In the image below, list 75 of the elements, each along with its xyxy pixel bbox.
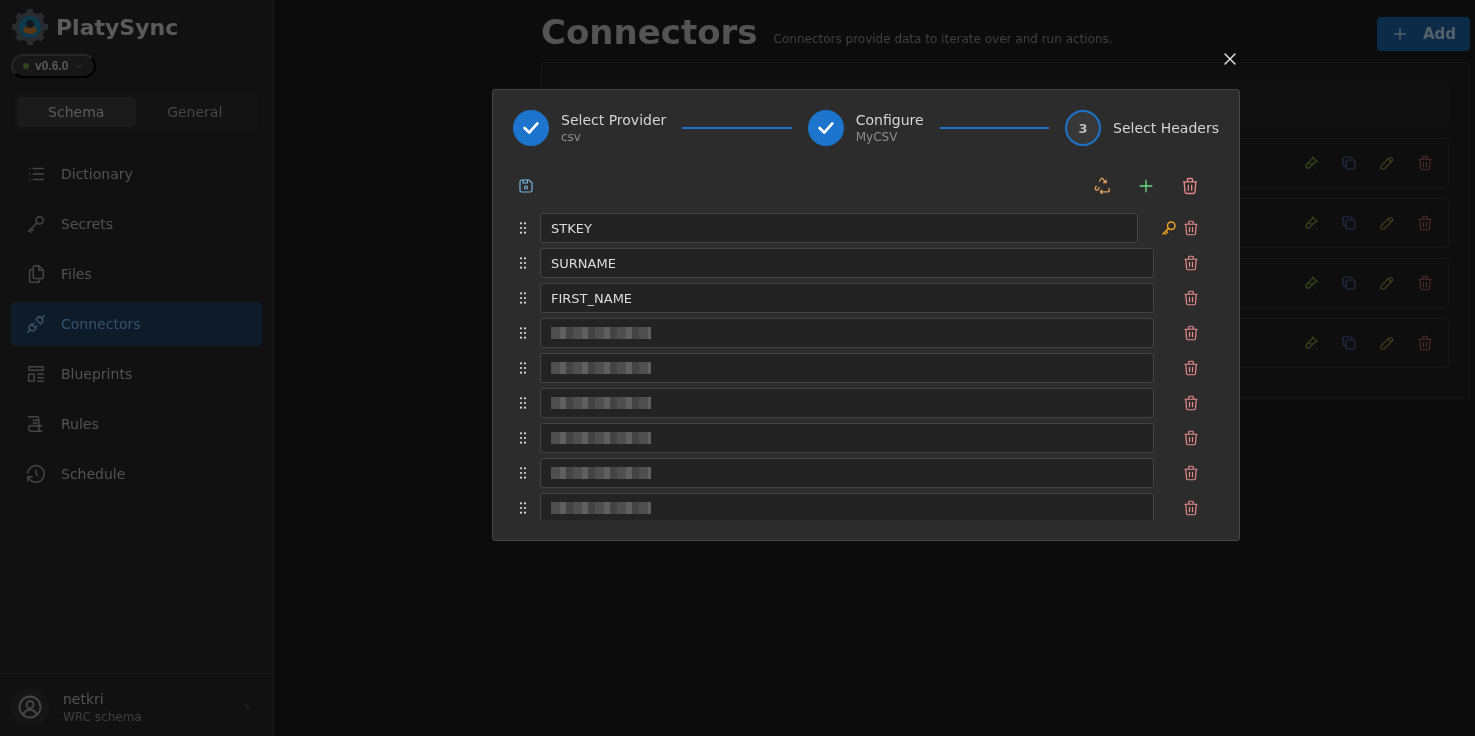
nav-item[interactable]: Files <box>11 252 262 296</box>
pencil-icon <box>1378 274 1396 292</box>
test-tube-icon <box>1302 334 1320 352</box>
copy-icon <box>1340 214 1358 232</box>
page-title: Connectors <box>541 12 758 52</box>
header-field[interactable]: FIRST_NAME <box>540 283 1154 313</box>
nav-item[interactable]: Secrets <box>11 202 262 246</box>
trash-icon <box>1416 214 1434 232</box>
copy-icon <box>1340 334 1358 352</box>
delete-header-button[interactable] <box>1182 394 1200 412</box>
trash-icon <box>1182 394 1200 412</box>
header-field[interactable] <box>540 318 1154 348</box>
trash-icon <box>1182 359 1200 377</box>
trash-icon <box>1416 274 1434 292</box>
copy-icon <box>1340 274 1358 292</box>
header-field[interactable] <box>540 388 1154 418</box>
trash-icon <box>1182 499 1200 517</box>
step-subtitle: csv <box>561 130 582 144</box>
delete-header-button[interactable] <box>1182 499 1200 517</box>
layout-icon <box>25 363 47 385</box>
step-number: 3 <box>1065 110 1102 146</box>
chevron-down-icon <box>74 61 85 71</box>
trash-icon <box>1416 154 1434 172</box>
plug-icon <box>25 313 47 335</box>
save-icon <box>517 177 535 195</box>
header-field[interactable]: SURNAME <box>540 248 1154 278</box>
pencil-icon <box>1378 154 1396 172</box>
delete-header-button[interactable] <box>1182 324 1200 342</box>
step-title: Select Headers <box>1113 120 1219 136</box>
header-field[interactable]: STKEY <box>540 213 1138 243</box>
nav-item[interactable]: Schedule <box>11 452 262 496</box>
delete-header-button[interactable] <box>1182 429 1200 447</box>
pencil-icon <box>1378 334 1396 352</box>
trash-icon <box>1182 464 1200 482</box>
copy-icon <box>1340 154 1358 172</box>
delete-header-button[interactable] <box>1182 359 1200 377</box>
header-field[interactable] <box>540 458 1154 488</box>
key-icon <box>25 213 47 235</box>
nav-item[interactable]: Blueprints <box>11 352 262 396</box>
version-selector[interactable]: v0.6.0 <box>11 54 97 78</box>
trash-icon <box>1182 324 1200 342</box>
test-tube-icon <box>1302 274 1320 292</box>
nav-item[interactable]: Rules <box>11 402 262 446</box>
sidebar-tab[interactable]: Schema <box>17 97 136 127</box>
header-field[interactable] <box>540 493 1154 520</box>
trash-icon <box>1182 219 1200 237</box>
trash-icon <box>1180 176 1200 196</box>
header-field[interactable] <box>540 353 1154 383</box>
trash-icon <box>1182 429 1200 447</box>
step-title: Select Provider <box>561 112 667 128</box>
delete-header-button[interactable] <box>1182 289 1200 307</box>
test-tube-icon <box>1302 214 1320 232</box>
recycle-icon <box>1092 176 1112 196</box>
save-button[interactable] <box>517 177 535 195</box>
key-icon <box>1160 219 1178 237</box>
recycle-button[interactable] <box>1092 176 1112 196</box>
test-tube-icon <box>1302 154 1320 172</box>
user-name: netkri <box>63 690 105 707</box>
header-field[interactable] <box>540 423 1154 453</box>
nav-item[interactable]: Dictionary <box>11 152 262 196</box>
delete-header-button[interactable] <box>1182 464 1200 482</box>
pencil-icon <box>1378 214 1396 232</box>
delete-header-button[interactable] <box>1182 254 1200 272</box>
status-dot <box>23 63 29 69</box>
delete-all-button[interactable] <box>1180 176 1200 196</box>
step-title: Configure <box>855 112 924 128</box>
app-name: PlatySync <box>56 14 179 40</box>
delete-header-button[interactable] <box>1182 219 1200 237</box>
trash-icon <box>1416 334 1434 352</box>
add-button[interactable]: Add <box>1376 17 1470 51</box>
nav-item[interactable]: Connectors <box>11 302 262 346</box>
trash-icon <box>1182 289 1200 307</box>
trash-icon <box>1182 254 1200 272</box>
history-icon <box>25 463 47 485</box>
step-subtitle: MyCSV <box>855 130 899 144</box>
